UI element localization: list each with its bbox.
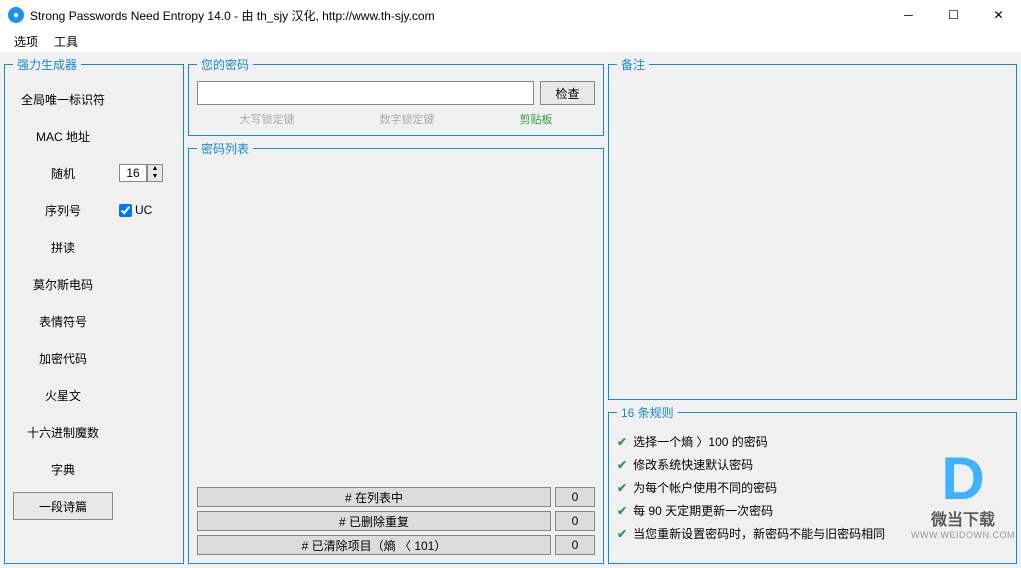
stat-cleared-label: # 已清除项目（熵 〈 101） — [197, 535, 551, 555]
check-button[interactable]: 检查 — [540, 81, 595, 105]
spin-up-icon[interactable]: ▲ — [148, 165, 162, 173]
stat-in-list-value: 0 — [555, 487, 595, 507]
check-icon: ✔ — [617, 527, 627, 541]
window-title: Strong Passwords Need Entropy 14.0 - 由 t… — [30, 7, 886, 24]
gen-poem-button[interactable]: 一段诗篇 — [13, 492, 113, 520]
rules-group: 16 条规则 ✔ 选择一个熵 〉100 的密码 ✔ 修改系统快速默认密码 ✔ 为每个帐… — [608, 404, 1017, 564]
gen-dict-button[interactable]: 字典 — [13, 455, 113, 483]
gen-random-button[interactable]: 随机 — [13, 159, 113, 187]
rule-text: 当您重新设置密码时，新密码不能与旧密码相同 — [633, 525, 885, 542]
rule-item: ✔ 每 90 天定期更新一次密码 — [617, 502, 1008, 519]
password-legend: 您的密码 — [197, 56, 253, 73]
numlock-status: 数字锁定键 — [380, 111, 435, 127]
rule-item: ✔ 选择一个熵 〉100 的密码 — [617, 433, 1008, 450]
gen-guid-button[interactable]: 全局唯一标识符 — [13, 85, 113, 113]
rule-item: ✔ 当您重新设置密码时，新密码不能与旧密码相同 — [617, 525, 1008, 542]
rule-item: ✔ 为每个帐户使用不同的密码 — [617, 479, 1008, 496]
window-controls: ─ ☐ ✕ — [886, 0, 1021, 30]
password-list-area[interactable] — [197, 165, 595, 483]
list-legend: 密码列表 — [197, 140, 253, 157]
password-group: 您的密码 检查 大写锁定键 数字锁定键 剪贴板 — [188, 56, 604, 136]
gen-crypto-button[interactable]: 加密代码 — [13, 344, 113, 372]
gen-morse-button[interactable]: 莫尔斯电码 — [13, 270, 113, 298]
left-column: 强力生成器 全局唯一标识符 MAC 地址 随机 ▲▼ 序列号 UC — [4, 56, 184, 564]
gen-pinyin-button[interactable]: 拼读 — [13, 233, 113, 261]
gen-hex-button[interactable]: 十六进制魔数 — [13, 418, 113, 446]
generators-legend: 强力生成器 — [13, 56, 81, 73]
rule-item: ✔ 修改系统快速默认密码 — [617, 456, 1008, 473]
stat-dup-value: 0 — [555, 511, 595, 531]
clipboard-status: 剪贴板 — [520, 111, 553, 127]
uc-checkbox-row[interactable]: UC — [119, 203, 152, 217]
uc-checkbox[interactable] — [119, 204, 132, 217]
check-icon: ✔ — [617, 435, 627, 449]
capslock-status: 大写锁定键 — [240, 111, 295, 127]
stat-in-list-label: # 在列表中 — [197, 487, 551, 507]
rule-text: 为每个帐户使用不同的密码 — [633, 479, 777, 496]
password-input[interactable] — [197, 81, 534, 105]
generators-group: 强力生成器 全局唯一标识符 MAC 地址 随机 ▲▼ 序列号 UC — [4, 56, 184, 564]
minimize-button[interactable]: ─ — [886, 0, 931, 30]
menu-options[interactable]: 选项 — [6, 31, 46, 52]
close-button[interactable]: ✕ — [976, 0, 1021, 30]
rule-text: 每 90 天定期更新一次密码 — [633, 502, 773, 519]
gen-mac-button[interactable]: MAC 地址 — [13, 122, 113, 150]
menu-tools[interactable]: 工具 — [46, 31, 86, 52]
gen-martian-button[interactable]: 火星文 — [13, 381, 113, 409]
spin-down-icon[interactable]: ▼ — [148, 173, 162, 181]
check-icon: ✔ — [617, 458, 627, 472]
uc-label: UC — [135, 203, 152, 217]
app-icon: ● — [8, 7, 24, 23]
right-column: 备注 16 条规则 ✔ 选择一个熵 〉100 的密码 ✔ 修改系统快速默认密码 ✔ 为… — [608, 56, 1017, 564]
stat-dup-label: # 已删除重复 — [197, 511, 551, 531]
rule-text: 修改系统快速默认密码 — [633, 456, 753, 473]
notes-legend: 备注 — [617, 56, 649, 73]
random-length-spinner[interactable]: ▲▼ — [119, 164, 163, 182]
check-icon: ✔ — [617, 504, 627, 518]
password-list-group: 密码列表 # 在列表中 0 # 已删除重复 0 # 已清除项目（熵 〈 101）… — [188, 140, 604, 564]
titlebar: ● Strong Passwords Need Entropy 14.0 - 由… — [0, 0, 1021, 30]
gen-emoji-button[interactable]: 表情符号 — [13, 307, 113, 335]
middle-column: 您的密码 检查 大写锁定键 数字锁定键 剪贴板 密码列表 # 在列表中 0 # … — [188, 56, 604, 564]
maximize-button[interactable]: ☐ — [931, 0, 976, 30]
menubar: 选项 工具 — [0, 30, 1021, 52]
rules-legend: 16 条规则 — [617, 404, 678, 421]
rule-text: 选择一个熵 〉100 的密码 — [633, 433, 768, 450]
stat-cleared-value: 0 — [555, 535, 595, 555]
check-icon: ✔ — [617, 481, 627, 495]
gen-serial-button[interactable]: 序列号 — [13, 196, 113, 224]
notes-group: 备注 — [608, 56, 1017, 400]
content-area: 强力生成器 全局唯一标识符 MAC 地址 随机 ▲▼ 序列号 UC — [0, 52, 1021, 568]
random-length-input[interactable] — [119, 164, 147, 182]
